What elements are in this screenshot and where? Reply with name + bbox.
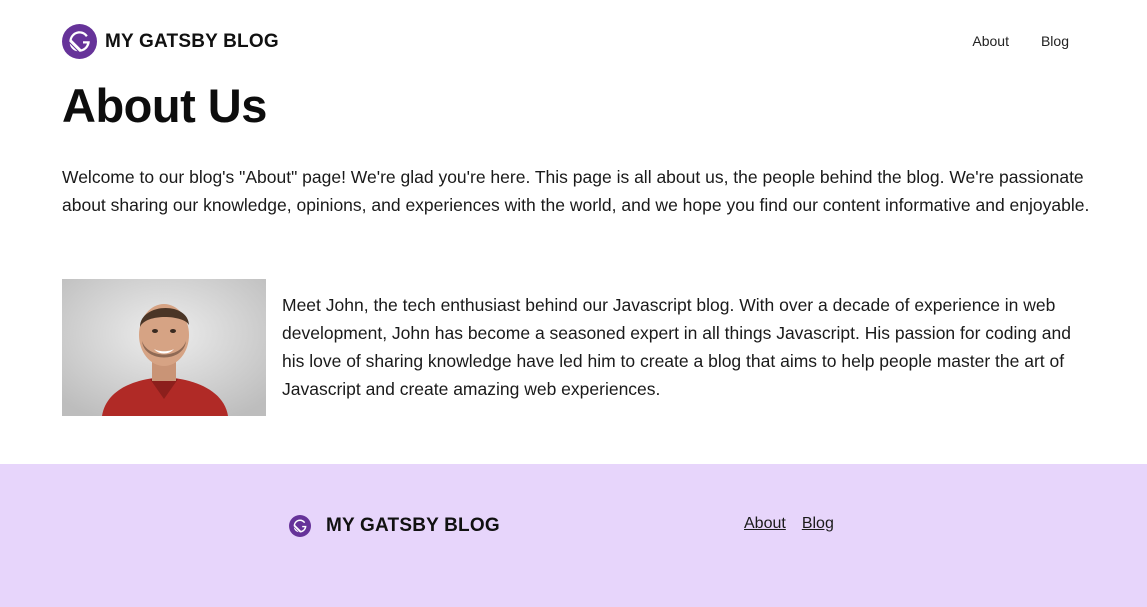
author-bio: Meet John, the tech enthusiast behind ou… (282, 295, 1071, 399)
brand-link[interactable]: MY GATSBY BLOG (62, 24, 279, 59)
author-photo (62, 279, 266, 416)
nav-link-about[interactable]: About (972, 33, 1009, 49)
gatsby-logo-icon (289, 515, 311, 537)
footer-brand-title: MY GATSBY BLOG (326, 515, 500, 536)
site-footer: MY GATSBY BLOG About Blog (0, 464, 1147, 607)
brand-title: MY GATSBY BLOG (105, 30, 279, 52)
intro-paragraph: Welcome to our blog's "About" page! We'r… (62, 167, 1090, 215)
footer-brand-link[interactable]: MY GATSBY BLOG (289, 515, 500, 537)
footer-nav: About Blog (744, 515, 834, 533)
gatsby-logo-icon (62, 24, 97, 59)
footer-link-blog[interactable]: Blog (802, 515, 834, 533)
footer-link-about[interactable]: About (744, 515, 786, 533)
page-title: About Us (62, 79, 267, 132)
site-header: MY GATSBY BLOG About Blog (0, 0, 1147, 84)
header-nav: About Blog (972, 33, 1069, 49)
nav-link-blog[interactable]: Blog (1041, 33, 1069, 49)
